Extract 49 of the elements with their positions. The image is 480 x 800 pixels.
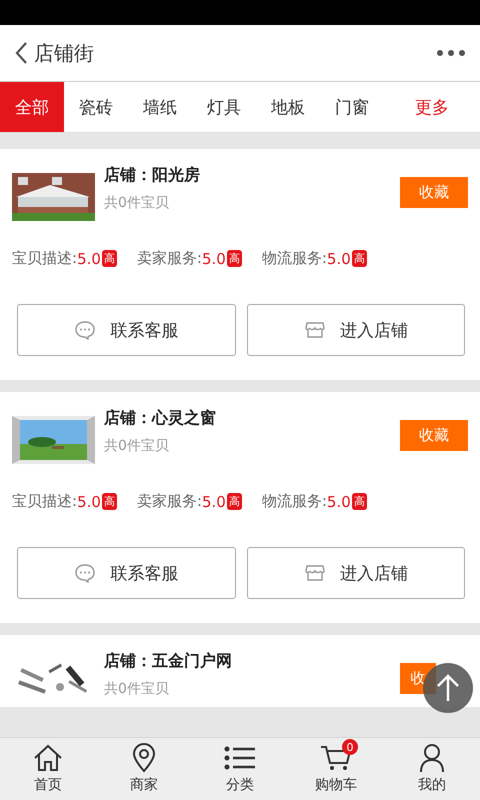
contact-service-button[interactable]: 联系客服: [17, 547, 236, 599]
nav-item[interactable]: 0 购物车: [288, 738, 384, 800]
page-title: 店铺街: [34, 40, 95, 66]
nav-item[interactable]: 商家: [96, 738, 192, 800]
back-icon: [14, 41, 28, 65]
cart-icon: [320, 744, 352, 772]
rating-badge: 高: [226, 493, 242, 510]
item-count: 共0件宝贝: [104, 437, 170, 455]
shop-name: 店铺：阳光房: [104, 165, 201, 186]
contact-service-button[interactable]: 联系客服: [17, 304, 236, 356]
rating-label: 卖家服务:: [136, 249, 202, 268]
list-icon: [224, 745, 256, 771]
chat-bubble-icon: [74, 563, 96, 583]
location-pin-icon: [132, 743, 156, 773]
rating-badge: 高: [352, 493, 367, 510]
shop-icon: [304, 320, 326, 340]
shop-name: 店铺：五金门户网: [104, 651, 233, 672]
rating-score: 5.0: [202, 492, 226, 510]
item-count: 共0件宝贝: [104, 194, 170, 212]
rating-badge: 高: [102, 250, 117, 267]
rating-badge: 高: [226, 250, 242, 267]
rating-label: 卖家服务:: [136, 492, 202, 511]
rating-label: 物流服务:: [262, 492, 327, 511]
more-icon[interactable]: [436, 49, 466, 57]
category-tab[interactable]: 全部: [0, 82, 64, 132]
back-button[interactable]: [14, 41, 28, 65]
enter-shop-button[interactable]: 进入店铺: [246, 547, 465, 599]
nav-item[interactable]: 首页: [0, 738, 96, 800]
cart-count-badge: 0: [342, 739, 358, 755]
shop-icon: [304, 563, 326, 583]
shop-name: 店铺：心灵之窗: [104, 408, 217, 429]
rating-label: 宝贝描述:: [12, 492, 78, 511]
item-count: 共0件宝贝: [104, 680, 170, 698]
rating-score: 5.0: [326, 250, 351, 268]
rating-badge: 高: [102, 493, 117, 510]
user-icon: [419, 743, 445, 773]
arrow-up-icon: [435, 673, 461, 703]
nav-item[interactable]: 分类: [192, 738, 288, 800]
chat-bubble-icon: [74, 320, 96, 340]
rating-score: 5.0: [202, 250, 226, 268]
rating-score: 5.0: [326, 492, 351, 510]
rating-score: 5.0: [77, 250, 101, 268]
nav-item[interactable]: 我的: [384, 738, 480, 800]
home-icon: [33, 744, 63, 772]
rating-label: 物流服务:: [262, 249, 327, 268]
enter-shop-button[interactable]: 进入店铺: [246, 304, 465, 356]
rating-label: 宝贝描述:: [12, 249, 78, 268]
rating-score: 5.0: [77, 492, 101, 510]
rating-badge: 高: [352, 250, 367, 267]
